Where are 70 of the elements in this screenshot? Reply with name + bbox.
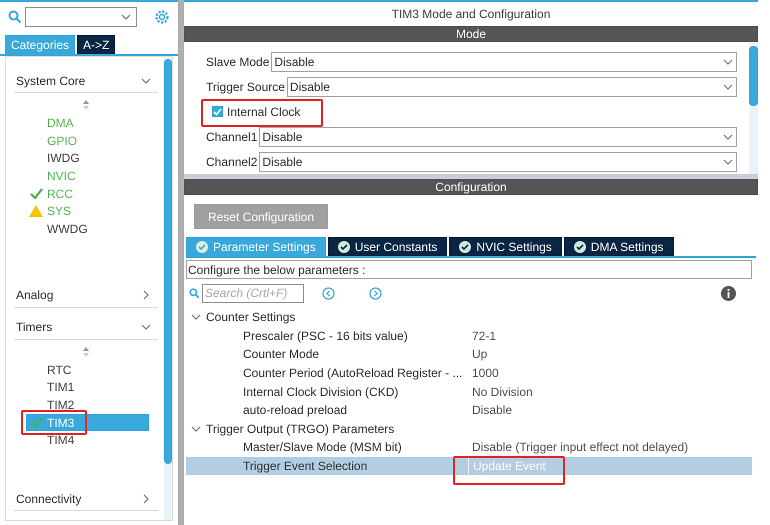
parameter-row[interactable]: Trigger Event Selection Update Event — [186, 456, 752, 476]
scrollbar-thumb[interactable] — [749, 46, 758, 106]
peripheral-item[interactable]: TIM2 — [26, 396, 149, 414]
parameter-name: auto-reload preload — [242, 402, 348, 420]
description-text: Configure the below parameters : — [186, 260, 752, 279]
check-circle-icon — [338, 240, 350, 252]
parameter-row[interactable]: Prescaler (PSC - 16 bits value) 72-1 — [186, 326, 752, 346]
checkmark-icon — [213, 108, 222, 116]
parameter-row[interactable]: Counter Period (AutoReload Register - ... 1000 — [186, 364, 752, 382]
peripheral-item[interactable]: TIM4 — [26, 432, 149, 449]
check-circle-icon — [196, 240, 208, 252]
peripheral-item[interactable]: IWDG — [26, 150, 149, 167]
parameter-name: Counter Period (AutoReload Register - ... — [242, 365, 464, 382]
group-header[interactable]: Trigger Output (TRGO) Parameters — [186, 420, 752, 438]
parameter-row[interactable]: Internal Clock Division (CKD) No Division — [186, 382, 752, 401]
settings-icon[interactable] — [154, 9, 170, 25]
category-header[interactable]: Connectivity — [14, 487, 158, 512]
settings-tab[interactable]: NVIC Settings — [449, 237, 562, 256]
parameter-value: Disable (Trigger input effect not delayed) — [471, 439, 688, 456]
previous-icon[interactable] — [322, 286, 335, 300]
check-icon — [30, 417, 42, 428]
mode-dropdown[interactable]: Disable — [271, 52, 737, 72]
group-header[interactable]: Counter Settings — [186, 308, 752, 327]
warning-icon — [29, 205, 43, 218]
check-circle-icon — [459, 240, 472, 252]
parameter-value: Update Event — [468, 457, 546, 476]
parameter-name: Prescaler (PSC - 16 bits value) — [242, 328, 409, 345]
parameter-value: 72-1 — [471, 328, 496, 345]
parameter-row[interactable]: Counter Mode Up — [186, 345, 752, 364]
search-icon — [8, 10, 22, 24]
search-dropdown[interactable] — [25, 7, 137, 27]
settings-tab[interactable]: DMA Settings — [564, 237, 674, 256]
parameter-name: Master/Slave Mode (MSM bit) — [242, 439, 403, 456]
category-header[interactable]: System Core — [14, 69, 158, 93]
check-circle-icon — [574, 240, 586, 252]
info-icon[interactable] — [721, 286, 736, 300]
peripheral-item[interactable]: TIM1 — [26, 378, 149, 396]
category-tab[interactable]: A->Z — [77, 35, 116, 54]
parameter-name: Trigger Event Selection — [242, 458, 368, 476]
window-title: TIM3 Mode and Configuration — [390, 6, 552, 23]
field-label: Channel1 — [206, 128, 258, 146]
mode-dropdown[interactable]: Disable — [259, 152, 737, 172]
search-icon — [189, 288, 200, 298]
parameter-row[interactable]: auto-reload preload Disable — [186, 400, 752, 420]
section-header: Mode — [184, 26, 758, 42]
check-icon — [30, 188, 42, 200]
sort-icon[interactable] — [82, 99, 90, 111]
field-label: Channel2 — [206, 154, 258, 171]
scrollbar-thumb[interactable] — [164, 59, 172, 464]
parameter-name: Internal Clock Division (CKD) — [242, 384, 400, 401]
section-header: Configuration — [184, 179, 758, 195]
next-icon[interactable] — [369, 286, 382, 300]
settings-tab[interactable]: User Constants — [328, 237, 448, 256]
category-header[interactable]: Timers — [14, 316, 158, 340]
field-label: Slave Mode — [206, 54, 270, 72]
sort-icon[interactable] — [82, 346, 90, 358]
parameter-value: Up — [471, 346, 488, 364]
peripheral-item[interactable]: WWDG — [26, 220, 149, 238]
field-label: Trigger Source — [206, 79, 285, 96]
internal-clock-checkbox[interactable]: Internal Clock — [212, 102, 300, 121]
parameter-value: No Division — [471, 384, 533, 401]
parameter-name: Counter Mode — [242, 346, 320, 364]
search-field[interactable]: Search (Crtl+F) — [202, 284, 304, 302]
parameter-value: 1000 — [471, 365, 499, 382]
mode-dropdown[interactable]: Disable — [286, 77, 737, 98]
mode-dropdown[interactable]: Disable — [259, 126, 737, 147]
peripheral-item[interactable]: RTC — [26, 361, 149, 378]
parameter-row[interactable]: Master/Slave Mode (MSM bit) Disable (Trigger input effect not delayed) — [186, 438, 752, 457]
parameter-value: Disable — [471, 402, 512, 420]
category-header[interactable]: Analog — [14, 284, 158, 308]
